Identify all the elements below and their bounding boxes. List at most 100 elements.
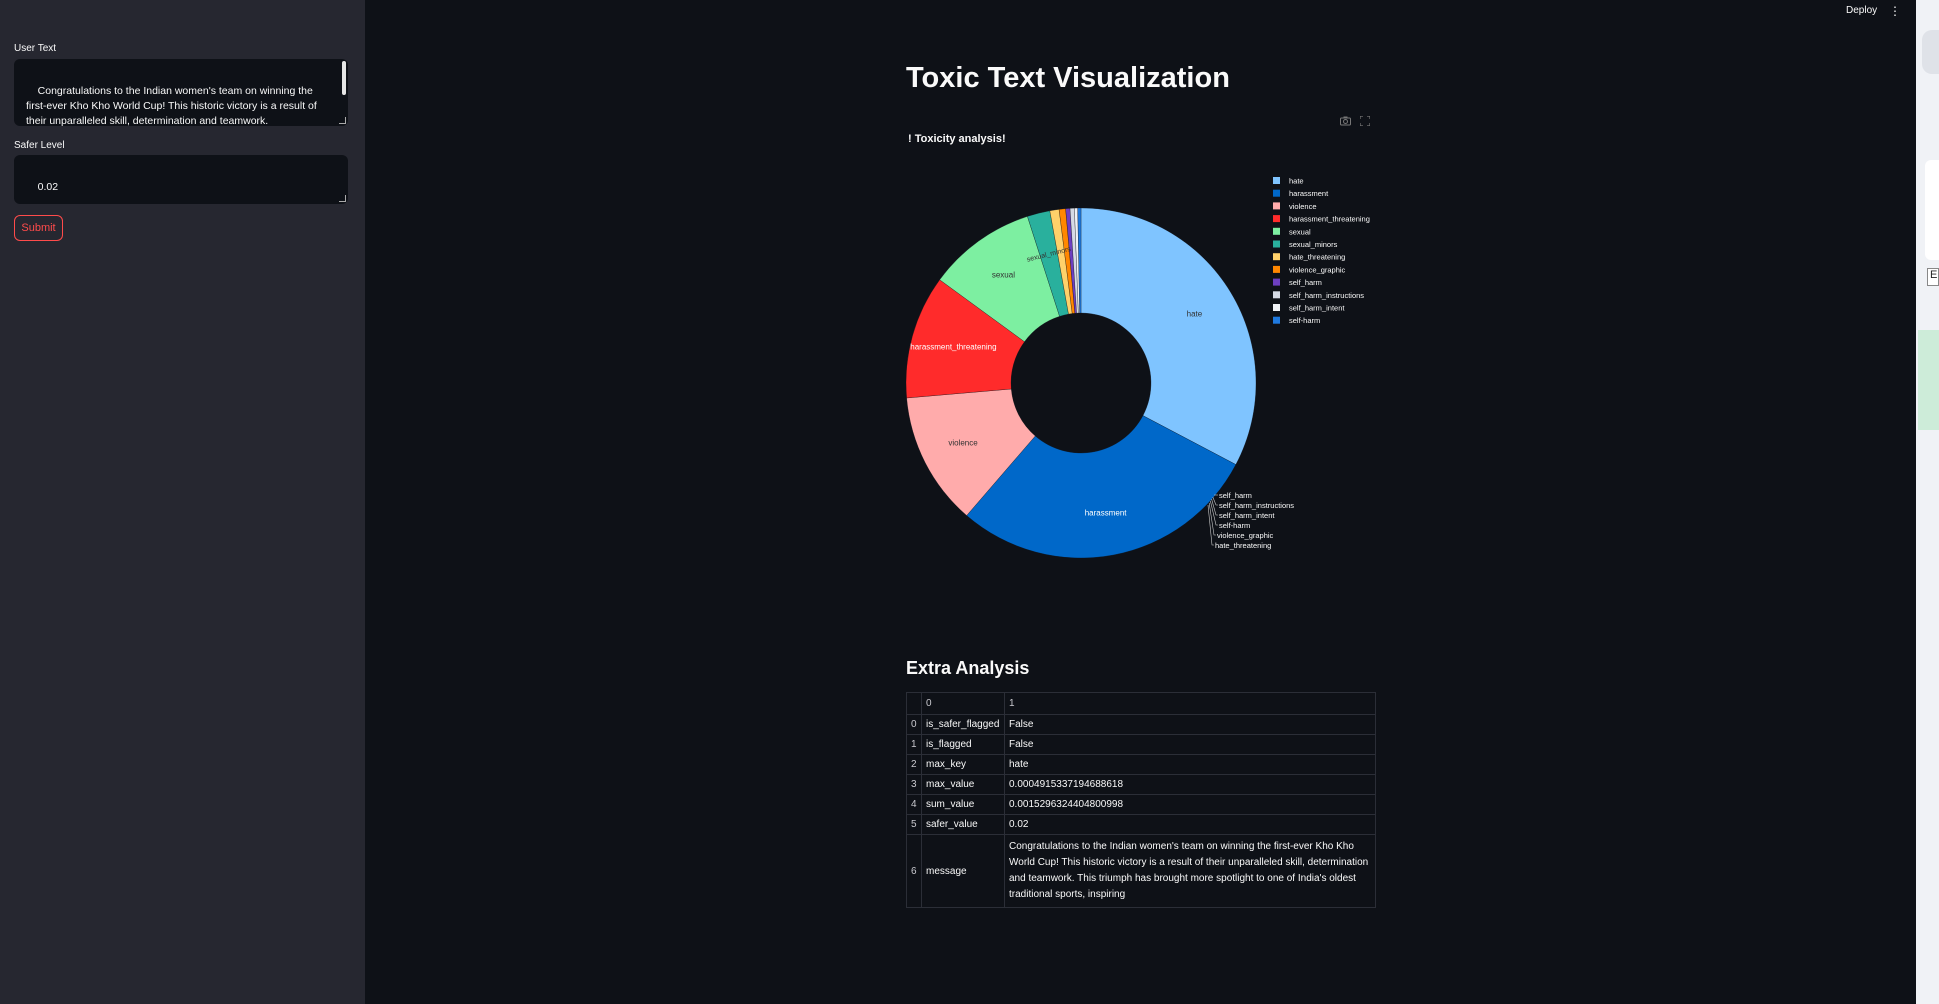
legend-swatch (1273, 291, 1280, 299)
row-index: 4 (906, 794, 922, 815)
resize-grip-icon[interactable] (339, 117, 346, 124)
legend-item[interactable]: self_harm (1273, 278, 1322, 287)
user-text-value: Congratulations to the Indian women's te… (26, 85, 320, 126)
row-value: 0.0015296324404800998 (1004, 794, 1376, 815)
legend-item[interactable]: self_harm_intent (1273, 304, 1345, 313)
legend-swatch (1273, 177, 1280, 184)
legend-item[interactable]: self_harm_instructions (1273, 291, 1364, 300)
panel-input[interactable]: E (1927, 268, 1939, 286)
safer-level-value: 0.02 (37, 181, 59, 193)
deploy-button[interactable]: Deploy (1846, 5, 1877, 16)
row-key: max_key (921, 754, 1005, 775)
camera-icon[interactable] (1340, 116, 1351, 129)
extra-analysis-title: Extra Analysis (906, 658, 1030, 678)
outside-slice-label: violence_graphic (1217, 531, 1274, 540)
slice-label: harassment_threatening (910, 342, 996, 351)
legend-swatch (1273, 189, 1280, 197)
legend-item[interactable]: harassment (1273, 189, 1329, 198)
column-header[interactable]: 1 (1004, 692, 1376, 715)
legend-label: harassment_threatening (1289, 215, 1370, 224)
submit-button[interactable]: Submit (14, 215, 63, 241)
legend-swatch (1273, 265, 1280, 273)
legend-label: hate_threatening (1289, 253, 1345, 262)
chart-title: ! Toxicity analysis! (908, 133, 1006, 145)
slice-label: hate (1187, 310, 1203, 319)
legend-label: hate (1289, 177, 1304, 186)
side-panel-edge (1916, 0, 1939, 1004)
slice-label: violence (948, 438, 978, 447)
textarea-scrollbar[interactable] (342, 61, 346, 95)
row-key: safer_value (921, 814, 1005, 835)
chart-slices (905, 207, 1257, 559)
row-value: False (1004, 734, 1376, 755)
legend-item[interactable]: harassment_threatening (1273, 215, 1370, 224)
legend-label: violence_graphic (1289, 265, 1346, 274)
legend-item[interactable]: self-harm (1273, 316, 1320, 325)
panel-collapse-button[interactable] (1922, 30, 1939, 74)
safer-level-input[interactable]: 0.02 (14, 155, 348, 204)
legend-swatch (1273, 215, 1280, 223)
legend-swatch (1273, 253, 1280, 261)
row-index: 3 (906, 774, 922, 795)
fullscreen-icon[interactable] (1359, 115, 1371, 129)
legend-item[interactable]: violence_graphic (1273, 265, 1346, 274)
user-text-label: User Text (14, 43, 57, 54)
legend-item[interactable]: sexual (1273, 227, 1311, 236)
legend-label: self_harm (1289, 278, 1322, 287)
legend-item[interactable]: sexual_minors (1273, 240, 1338, 249)
legend-swatch (1273, 240, 1280, 248)
legend-label: violence (1289, 202, 1317, 211)
legend-item[interactable]: hate_threatening (1273, 253, 1345, 262)
legend-swatch (1273, 304, 1280, 311)
leader-line (1207, 504, 1214, 546)
row-index: 2 (906, 754, 922, 775)
row-key: is_flagged (921, 734, 1005, 755)
row-key: is_safer_flagged (921, 714, 1005, 735)
row-index: 5 (906, 814, 922, 835)
safer-level-label: Safer Level (14, 140, 65, 151)
legend-label: self_harm_instructions (1289, 291, 1364, 300)
table-row: 2 max_key hate (906, 754, 1376, 775)
slice-label: sexual (992, 271, 1015, 280)
table-row: 4 sum_value 0.0015296324404800998 (906, 794, 1376, 815)
row-value: False (1004, 714, 1376, 735)
chart-legend: hate harassment violence harassment_threate… (1273, 177, 1370, 325)
row-value: Congratulations to the Indian women's te… (1004, 834, 1376, 908)
outside-slice-label: self-harm (1219, 521, 1250, 530)
leader-line (1212, 496, 1218, 506)
legend-swatch (1273, 316, 1280, 324)
sidebar: User Text Congratulations to the Indian … (0, 0, 365, 1004)
slice-hate[interactable] (1080, 207, 1257, 465)
chart-leader-lines: self_harmself_harm_instructionsself_harm… (1207, 491, 1294, 550)
row-index: 0 (906, 714, 922, 735)
table-row: 3 max_value 0.0004915337194688618 (906, 774, 1376, 795)
row-value: 0.02 (1004, 814, 1376, 835)
outside-slice-label: hate_threatening (1215, 541, 1271, 550)
legend-label: sexual_minors (1289, 240, 1338, 249)
resize-grip-icon[interactable] (339, 195, 346, 202)
outside-slice-label: self_harm_intent (1219, 511, 1275, 520)
kebab-menu-icon[interactable]: ⋮ (1889, 4, 1901, 18)
legend-swatch (1273, 278, 1280, 286)
row-key: message (921, 834, 1005, 908)
legend-label: harassment (1289, 189, 1329, 198)
user-text-input[interactable]: Congratulations to the Indian women's te… (14, 59, 348, 126)
legend-label: sexual (1289, 227, 1311, 236)
row-value: hate (1004, 754, 1376, 775)
outside-slice-label: self_harm_instructions (1219, 501, 1294, 510)
table-row: 5 safer_value 0.02 (906, 814, 1376, 835)
legend-label: self_harm_intent (1289, 304, 1345, 313)
row-value: 0.0004915337194688618 (1004, 774, 1376, 795)
panel-success-box (1918, 330, 1939, 430)
column-header[interactable]: 0 (921, 692, 1005, 715)
row-index: 6 (906, 834, 922, 908)
extra-analysis-table: 0 1 0 is_safer_flagged False 1 is_flagged Fa… (906, 692, 1376, 908)
panel-card (1925, 160, 1939, 260)
table-row: 1 is_flagged False (906, 734, 1376, 755)
legend-item[interactable]: hate (1273, 177, 1304, 186)
legend-swatch (1273, 202, 1280, 210)
outside-slice-label: self_harm (1219, 491, 1252, 500)
table-header-row: 0 1 (906, 692, 1376, 715)
donut-chart: hate harassment violence harassment_threate… (905, 177, 1370, 559)
legend-item[interactable]: violence (1273, 202, 1317, 211)
